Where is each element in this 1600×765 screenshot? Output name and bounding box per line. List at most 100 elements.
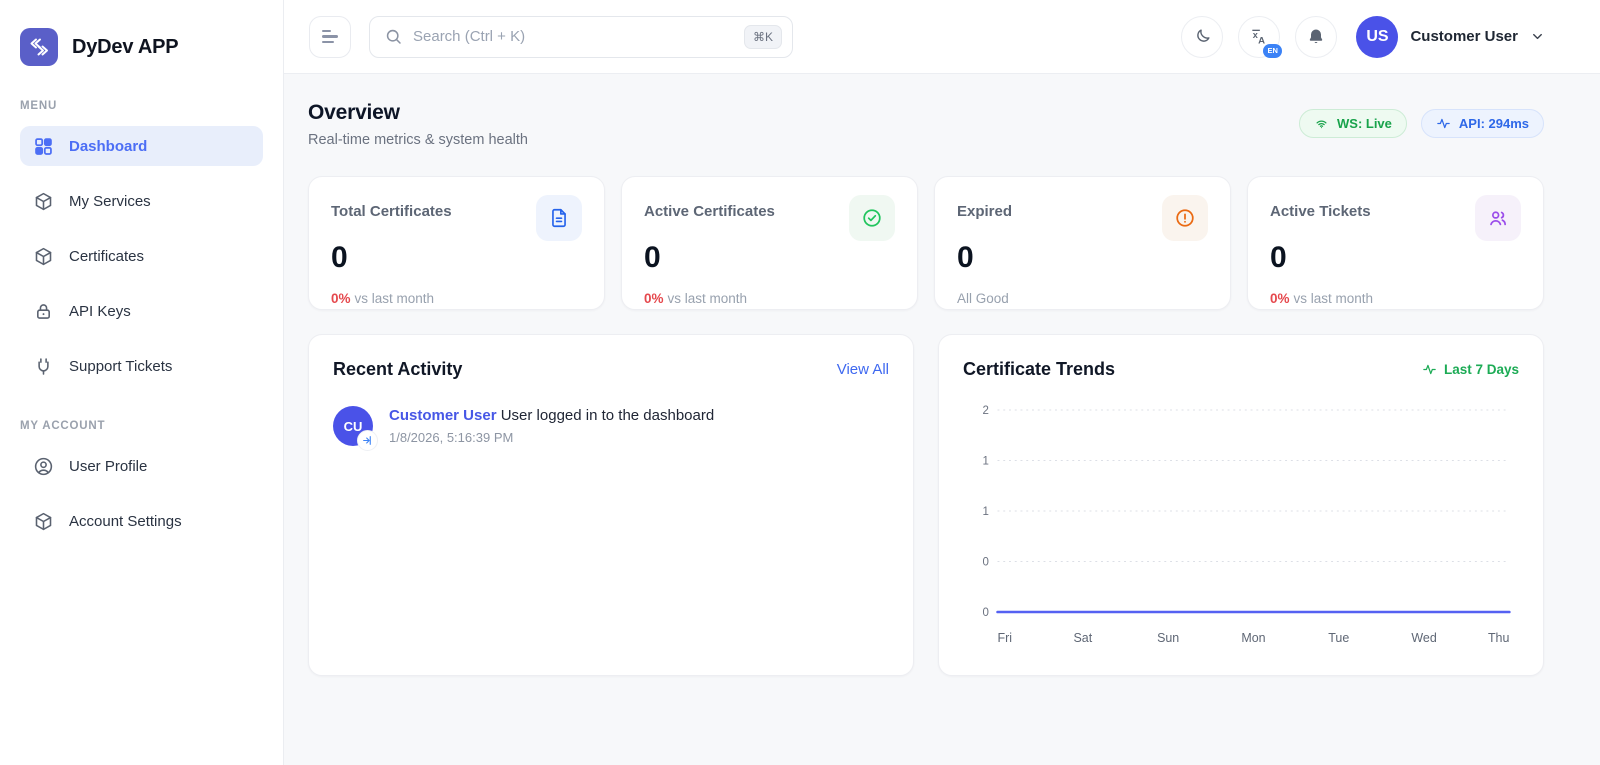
sidebar-item-label: Certificates — [69, 248, 144, 265]
stat-note: vs last month — [1294, 291, 1374, 306]
trends-range-label: Last 7 Days — [1422, 362, 1519, 377]
sidebar-item-label: Support Tickets — [69, 358, 172, 375]
svg-text:Tue: Tue — [1328, 630, 1349, 645]
stat-label: Total Certificates — [331, 199, 452, 220]
login-icon — [357, 430, 378, 451]
theme-toggle-button[interactable] — [1181, 16, 1223, 58]
stat-card-total-certificates: Total Certificates 0 0%vs last month — [308, 176, 605, 310]
sidebar-item-dashboard[interactable]: Dashboard — [20, 126, 263, 166]
topbar-actions: x A EN US Customer User — [1181, 16, 1545, 58]
stat-footnote: 0% vs last month — [331, 291, 582, 306]
search-shortcut-badge: ⌘K — [744, 25, 782, 49]
search-box[interactable]: ⌘K — [369, 16, 793, 58]
topbar: ⌘K x A EN — [284, 0, 1600, 74]
sidebar-item-support-tickets[interactable]: Support Tickets — [20, 346, 263, 386]
app-root: DyDev APP MENU Dashboard My Services — [0, 0, 1600, 765]
bell-icon — [1306, 27, 1326, 47]
main-area: ⌘K x A EN — [284, 0, 1600, 765]
svg-text:Sat: Sat — [1073, 630, 1092, 645]
svg-text:1: 1 — [982, 505, 988, 518]
svg-text:0: 0 — [982, 555, 989, 568]
cube-icon — [32, 190, 54, 212]
view-all-link[interactable]: View All — [837, 361, 889, 378]
search-icon — [384, 27, 403, 46]
activity-action: User logged in to the dashboard — [501, 407, 714, 424]
svg-text:0: 0 — [982, 606, 989, 619]
stat-note: vs last month — [668, 291, 748, 306]
sidebar-section-menu: MENU — [20, 100, 263, 112]
page-header: Overview Real-time metrics & system heal… — [308, 101, 1544, 148]
sidebar-item-my-services[interactable]: My Services — [20, 181, 263, 221]
stat-note: All Good — [957, 291, 1009, 306]
user-name: Customer User — [1410, 28, 1518, 45]
plug-icon — [32, 355, 54, 377]
recent-activity-card: Recent Activity View All CU — [308, 334, 914, 676]
stat-value: 0 — [1270, 243, 1521, 273]
activity-timestamp: 1/8/2026, 5:16:39 PM — [389, 430, 714, 445]
stat-footnote: 0%vs last month — [644, 291, 895, 306]
wifi-icon — [1314, 116, 1329, 131]
svg-text:Wed: Wed — [1411, 630, 1436, 645]
user-menu[interactable]: US Customer User — [1356, 16, 1545, 58]
stat-footnote: All Good — [957, 291, 1208, 306]
moon-icon — [1193, 27, 1212, 46]
activity-user: Customer User — [389, 407, 497, 424]
svg-text:Sun: Sun — [1157, 630, 1179, 645]
stat-value: 0 — [644, 243, 895, 273]
content-area: Overview Real-time metrics & system heal… — [284, 74, 1600, 765]
api-status-badge: API: 294ms — [1421, 109, 1544, 138]
stat-label: Expired — [957, 199, 1012, 220]
sidebar-item-label: API Keys — [69, 303, 131, 320]
menu-icon — [322, 30, 338, 44]
sidebar-item-user-profile[interactable]: User Profile — [20, 446, 263, 486]
language-button[interactable]: x A EN — [1238, 16, 1280, 58]
ws-status-label: WS: Live — [1337, 116, 1392, 131]
sidebar: DyDev APP MENU Dashboard My Services — [0, 0, 284, 765]
stat-delta: 0% — [331, 291, 351, 306]
trends-range-text: Last 7 Days — [1444, 362, 1519, 377]
users-icon — [1475, 195, 1521, 241]
language-badge: EN — [1263, 44, 1282, 58]
sidebar-item-certificates[interactable]: Certificates — [20, 236, 263, 276]
stat-delta: 0% — [1270, 291, 1290, 306]
sidebar-item-label: Account Settings — [69, 513, 182, 530]
sidebar-toggle-button[interactable] — [309, 16, 351, 58]
sidebar-item-label: Dashboard — [69, 138, 147, 155]
app-title: DyDev APP — [72, 36, 178, 59]
cube-icon — [32, 245, 54, 267]
sidebar-item-account-settings[interactable]: Account Settings — [20, 501, 263, 541]
user-circle-icon — [32, 455, 54, 477]
stat-label: Active Tickets — [1270, 199, 1371, 220]
stat-card-expired: Expired 0 All Good — [934, 176, 1231, 310]
svg-text:2: 2 — [982, 404, 988, 417]
bottom-grid: Recent Activity View All CU — [308, 334, 1544, 676]
activity-avatar: CU — [333, 406, 373, 446]
stat-card-active-certificates: Active Certificates 0 0%vs last month — [621, 176, 918, 310]
sidebar-item-label: My Services — [69, 193, 151, 210]
grid-icon — [32, 135, 54, 157]
stat-card-active-tickets: Active Tickets 0 0% vs last month — [1247, 176, 1544, 310]
page-title: Overview — [308, 101, 528, 125]
stat-note: vs last month — [355, 291, 435, 306]
api-status-label: API: 294ms — [1459, 116, 1529, 131]
stat-label: Active Certificates — [644, 199, 775, 220]
page-subtitle: Real-time metrics & system health — [308, 132, 528, 148]
trends-title: Certificate Trends — [963, 359, 1115, 380]
status-badges: WS: Live API: 294ms — [1299, 109, 1544, 138]
stat-value: 0 — [957, 243, 1208, 273]
svg-text:Mon: Mon — [1241, 630, 1265, 645]
activity-item: CU Customer User User logged in to the d… — [333, 406, 889, 446]
sidebar-section-my-account: MY ACCOUNT — [20, 420, 263, 432]
app-logo-icon — [20, 28, 58, 66]
document-icon — [536, 195, 582, 241]
lock-icon — [32, 300, 54, 322]
svg-text:Fri: Fri — [998, 630, 1013, 645]
search-input[interactable] — [413, 28, 734, 45]
activity-icon — [1436, 116, 1451, 131]
app-logo[interactable]: DyDev APP — [20, 24, 263, 66]
notifications-button[interactable] — [1295, 16, 1337, 58]
svg-text:Thu: Thu — [1488, 630, 1509, 645]
recent-activity-title: Recent Activity — [333, 359, 462, 380]
pulse-icon — [1422, 362, 1437, 377]
sidebar-item-api-keys[interactable]: API Keys — [20, 291, 263, 331]
